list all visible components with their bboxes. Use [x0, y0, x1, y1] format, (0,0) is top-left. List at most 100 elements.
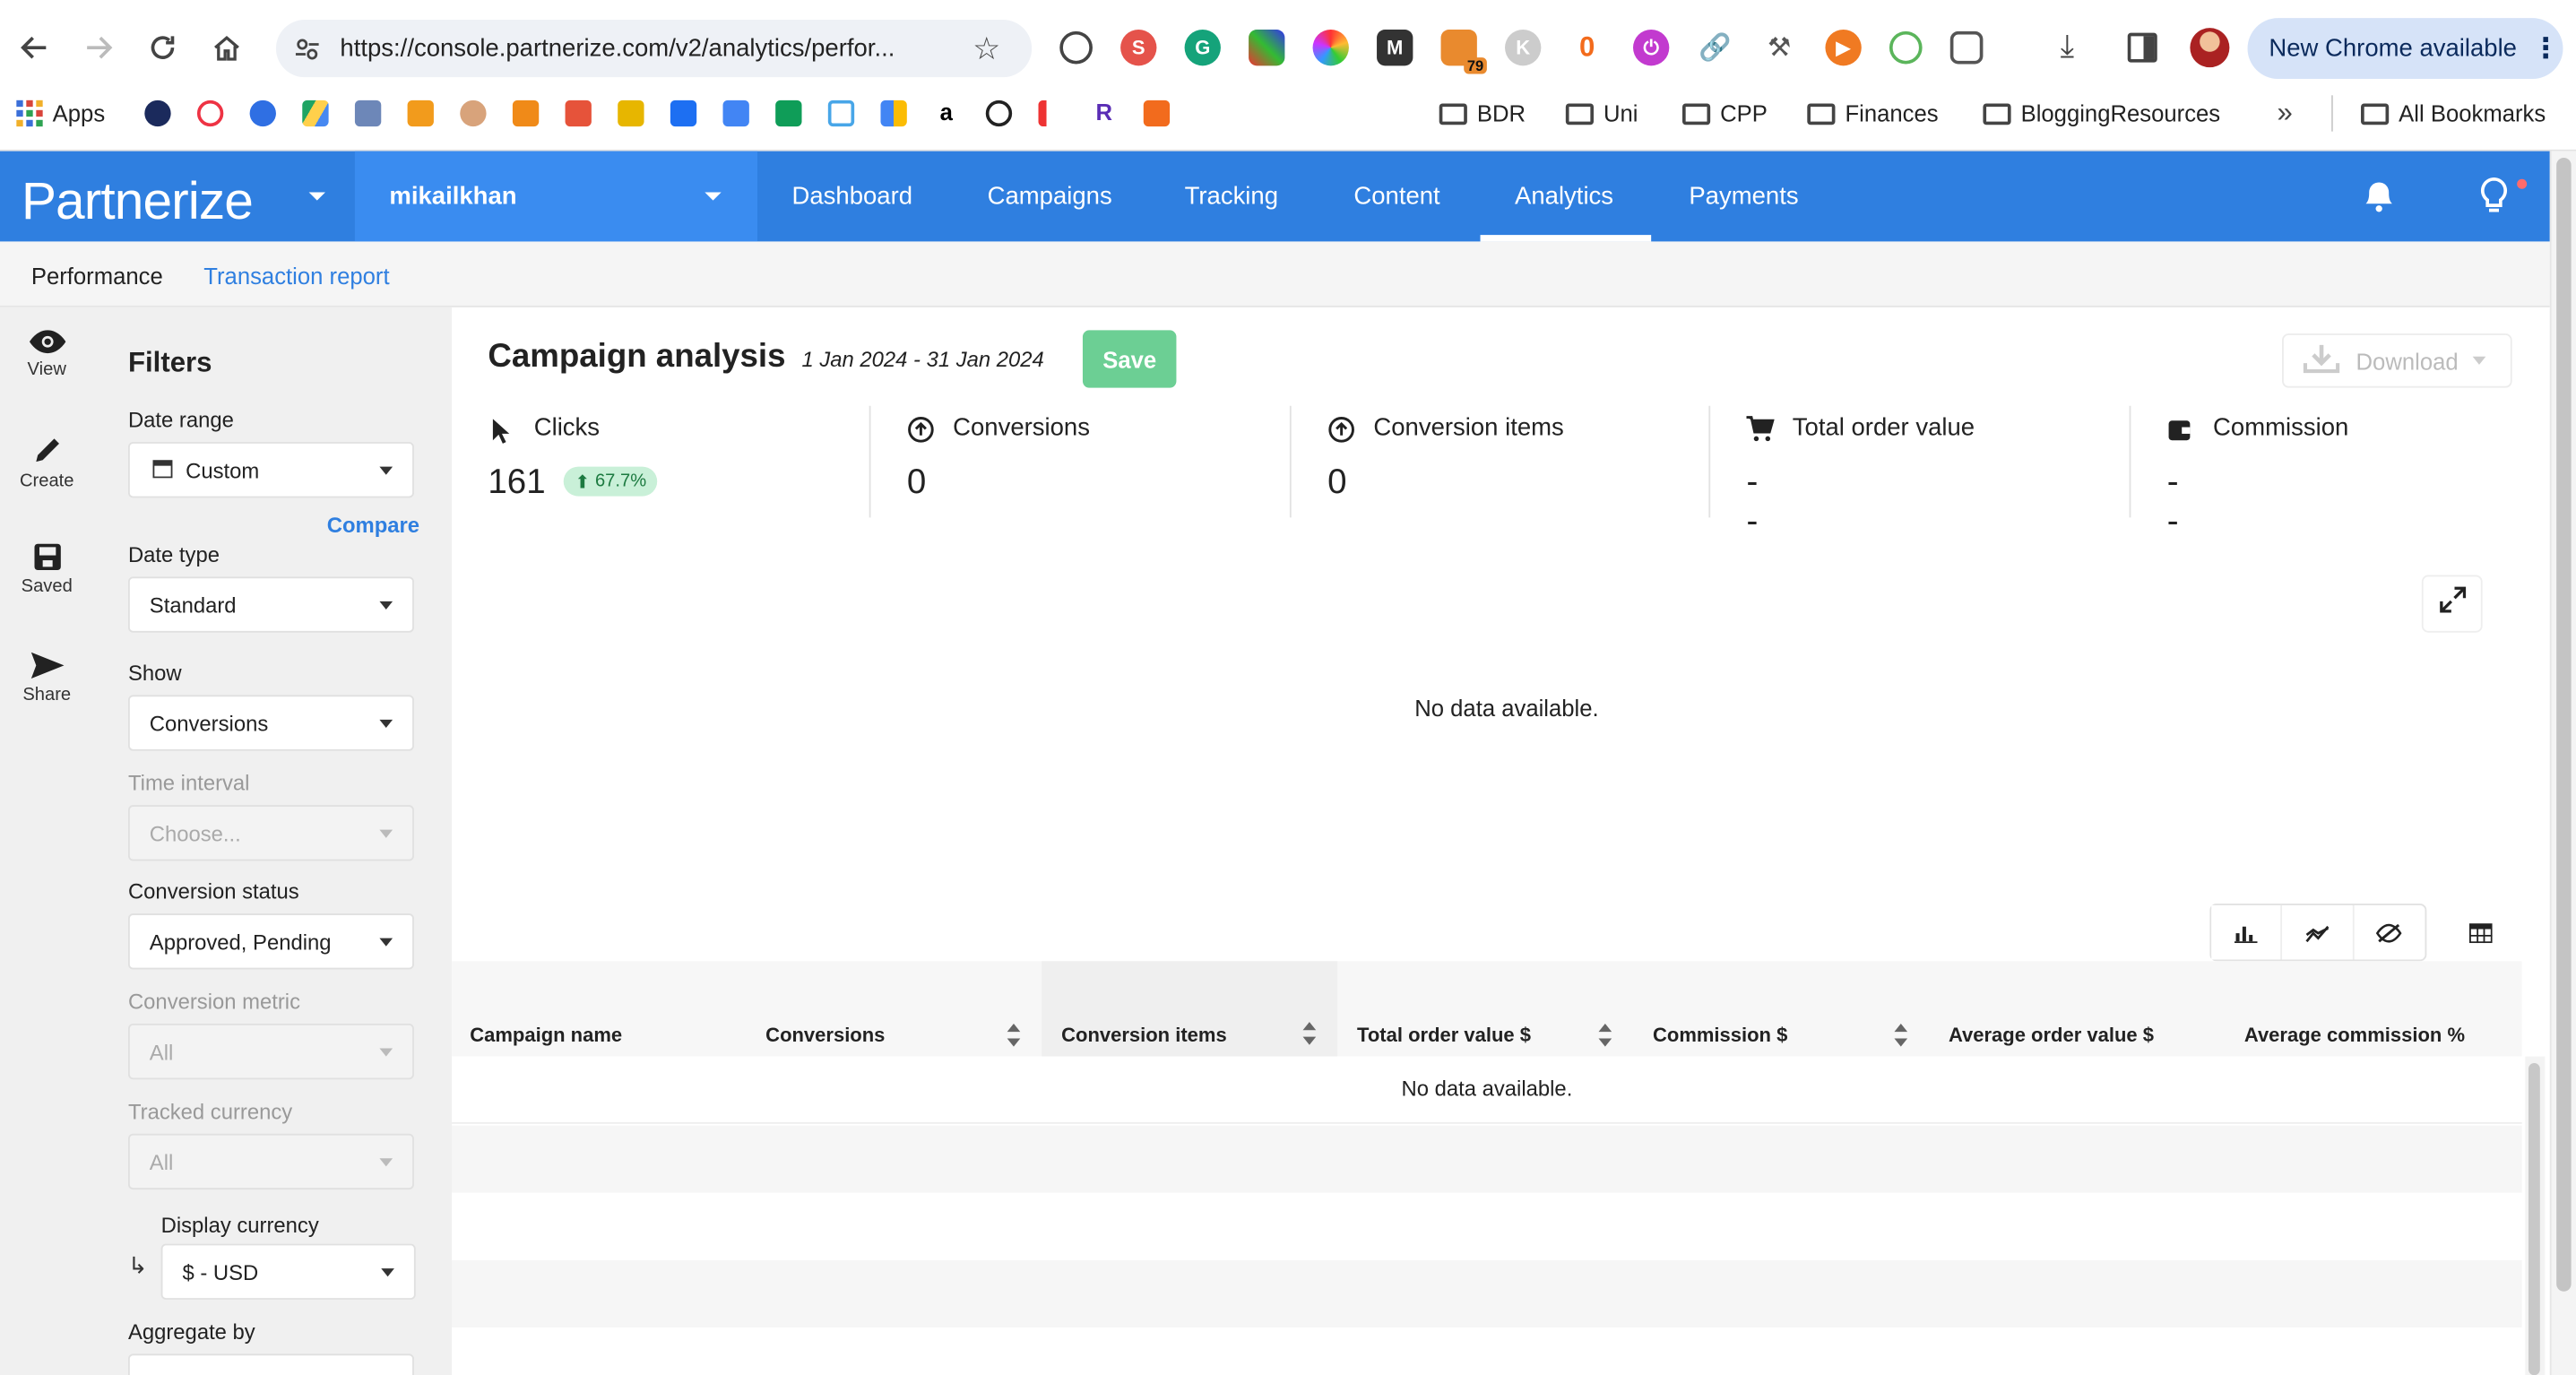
expand-chart-button[interactable] — [2421, 575, 2483, 633]
nav-dashboard[interactable]: Dashboard — [792, 151, 913, 242]
column-campaign-name[interactable]: Campaign name — [470, 1024, 622, 1047]
table-scrollbar[interactable] — [2525, 1056, 2546, 1375]
tracked-currency-select[interactable]: All — [127, 1133, 414, 1190]
notifications-bell-icon[interactable] — [2361, 181, 2397, 222]
bookmark-favicon[interactable] — [460, 99, 487, 127]
forward-button[interactable] — [73, 23, 123, 73]
date-range-select[interactable]: Custom — [127, 442, 414, 498]
bookmark-favicon[interactable] — [354, 99, 382, 127]
badge-extension-icon[interactable]: 79 — [1440, 29, 1487, 74]
bookmark-favicon[interactable] — [249, 99, 276, 127]
analytics-favicon[interactable] — [407, 99, 434, 127]
lightbulb-icon[interactable] — [2477, 176, 2528, 223]
column-average-commission[interactable]: Average commission % — [2244, 1024, 2465, 1047]
tools-extension-icon[interactable]: ⚒ — [1760, 29, 1798, 66]
time-interval-select[interactable]: Choose... — [127, 805, 414, 861]
bookmark-folder-bdr[interactable]: BDR — [1439, 100, 1526, 126]
line-chart-icon[interactable] — [2283, 904, 2355, 960]
rail-create[interactable]: Create — [0, 434, 93, 491]
subnav-performance[interactable]: Performance — [31, 263, 163, 289]
sort-icon[interactable] — [1598, 1023, 1612, 1050]
bookmark-folder-blogging[interactable]: BloggingResources — [1983, 100, 2220, 126]
power-extension-icon[interactable]: ⏻ — [1633, 29, 1670, 66]
table-view-icon[interactable] — [2448, 904, 2513, 961]
nav-content[interactable]: Content — [1353, 151, 1439, 242]
sort-icon[interactable] — [1894, 1023, 1908, 1050]
logo-dropdown-icon[interactable] — [308, 192, 325, 201]
column-conversion-items[interactable]: Conversion items — [1061, 1024, 1227, 1047]
profile-avatar[interactable] — [2190, 28, 2230, 68]
column-average-order-value[interactable]: Average order value $ — [1949, 1024, 2154, 1047]
bookmark-apps[interactable]: Apps — [16, 99, 105, 127]
column-total-order-value[interactable]: Total order value $ — [1357, 1024, 1531, 1047]
sheets-favicon[interactable] — [775, 99, 802, 127]
bookmark-star-icon[interactable]: ☆ — [972, 31, 1000, 69]
speed-extension-icon[interactable] — [1059, 30, 1093, 65]
orange-extension-icon[interactable]: ▶ — [1825, 29, 1862, 66]
column-conversions[interactable]: Conversions — [765, 1024, 885, 1047]
downloads-icon[interactable]: ⤓ — [2061, 30, 2074, 65]
k-extension-icon[interactable]: K — [1505, 29, 1542, 66]
site-settings-icon[interactable] — [294, 36, 320, 70]
bookmark-folder-finances[interactable]: Finances — [1807, 100, 1939, 126]
r-favicon[interactable]: R — [1091, 99, 1118, 127]
all-bookmarks[interactable]: All Bookmarks — [2361, 100, 2546, 126]
aggregate-by-select[interactable] — [127, 1353, 414, 1375]
sort-icon[interactable] — [1302, 1022, 1317, 1048]
conversion-status-select[interactable]: Approved, Pending — [127, 913, 414, 970]
bookmark-favicon[interactable] — [512, 99, 540, 127]
bookmarks-overflow-icon[interactable]: » — [2278, 97, 2293, 130]
subnav-transaction-report[interactable]: Transaction report — [203, 263, 389, 289]
bookmark-favicon[interactable] — [196, 99, 224, 127]
bookmark-favicon[interactable] — [565, 99, 592, 127]
rail-share[interactable]: Share — [0, 651, 93, 705]
nav-campaigns[interactable]: Campaigns — [988, 151, 1112, 242]
bookmark-favicon[interactable] — [1038, 99, 1065, 127]
conversion-metric-select[interactable]: All — [127, 1023, 414, 1080]
download-button[interactable]: Download — [2282, 333, 2512, 388]
nav-analytics[interactable]: Analytics — [1515, 151, 1613, 242]
color-extension-icon[interactable] — [1249, 29, 1285, 66]
puzzle-extensions-icon[interactable] — [1949, 30, 1984, 65]
nav-payments[interactable]: Payments — [1689, 151, 1798, 242]
date-type-select[interactable]: Standard — [127, 576, 414, 633]
bookmark-favicon[interactable] — [985, 99, 1013, 127]
nav-tracking[interactable]: Tracking — [1185, 151, 1278, 242]
compare-link[interactable]: Compare — [327, 513, 419, 537]
reload-button[interactable] — [138, 23, 187, 73]
page-scrollbar[interactable] — [2549, 151, 2576, 1375]
soundcloud-favicon[interactable] — [1143, 99, 1171, 127]
bookmark-folder-uni[interactable]: Uni — [1565, 100, 1638, 126]
display-currency-select[interactable]: $ - USD — [160, 1243, 416, 1300]
amazon-favicon[interactable]: a — [933, 99, 960, 127]
hide-chart-icon[interactable] — [2354, 905, 2425, 959]
partnerize-logo[interactable]: Partnerize — [22, 171, 254, 232]
bookmark-favicon[interactable] — [670, 99, 697, 127]
timer-extension-icon[interactable] — [1889, 30, 1923, 65]
home-button[interactable] — [202, 23, 251, 73]
back-button[interactable] — [10, 23, 59, 73]
link-extension-icon[interactable]: 🔗 — [1697, 29, 1733, 66]
save-button[interactable]: Save — [1082, 330, 1177, 388]
account-switcher[interactable]: mikailkhan — [354, 151, 758, 242]
bookmark-favicon[interactable] — [827, 99, 855, 127]
bookmark-favicon[interactable] — [618, 99, 644, 127]
docs-favicon[interactable] — [722, 99, 749, 127]
address-bar[interactable]: https://console.partnerize.com/v2/analyt… — [275, 19, 1033, 78]
zero-extension-icon[interactable]: 0 — [1569, 29, 1605, 66]
bar-chart-icon[interactable] — [2211, 904, 2283, 960]
m-extension-icon[interactable]: M — [1377, 29, 1413, 66]
s-extension-icon[interactable]: S — [1120, 29, 1157, 66]
show-select[interactable]: Conversions — [127, 695, 414, 751]
bookmark-folder-cpp[interactable]: CPP — [1681, 100, 1768, 126]
drive-favicon[interactable] — [302, 99, 329, 127]
rail-view[interactable]: View — [0, 329, 93, 379]
column-commission[interactable]: Commission $ — [1653, 1024, 1787, 1047]
kebab-menu-icon[interactable]: ⋮ — [2531, 32, 2559, 65]
palette-extension-icon[interactable] — [1312, 29, 1349, 66]
bookmark-favicon[interactable] — [144, 99, 171, 127]
grammarly-extension-icon[interactable]: G — [1184, 29, 1221, 66]
new-chrome-available-button[interactable]: New Chrome available ⋮ — [2247, 18, 2563, 79]
side-panel-icon[interactable] — [2127, 32, 2157, 63]
ads-favicon[interactable] — [880, 99, 907, 127]
